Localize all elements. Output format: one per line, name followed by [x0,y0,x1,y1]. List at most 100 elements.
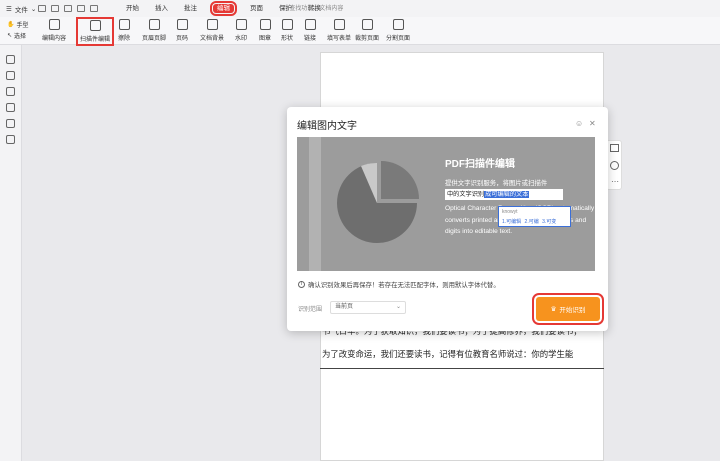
watermark-label: 水印 [235,36,248,42]
banner-title: PDF扫描件编辑 [445,159,515,170]
more-icon[interactable]: ⋯ [611,177,619,186]
doc-background-label: 文档背景 [200,36,225,42]
background-icon [206,19,218,30]
edit-image-text-dialog: 编辑图内文字 ☺ ✕ PDF扫描件编辑 提供文字识别服务，将图片或扫描件 中的文… [287,107,608,331]
edit-content-label: 编辑内容 [42,36,67,42]
start-recognition-button[interactable]: ♛ 开始识别 [532,293,604,325]
link-icon [304,19,316,30]
ocr-suggestion-popup: knowyt 1.可编辑 2.可编 3.可变 [498,206,571,227]
header-footer-button[interactable]: 页眉页脚 [142,19,166,42]
edit-content-button[interactable]: 编辑内容 [42,19,66,42]
selected-highlight: 成可编辑的文本 [484,191,530,198]
crop-icon [361,19,373,30]
dialog-note-text: 确认识别效果后再保存！若存在无法匹配字体，则用默认字体代替。 [308,282,500,289]
shape-icon [281,19,293,30]
tab-insert[interactable]: 插入 [147,0,176,17]
hand-tool-label: 手型 [16,23,29,29]
scan-edit-icon [89,20,101,31]
doc-background-button[interactable]: 文档背景 [200,19,224,42]
left-sidebar [0,45,22,461]
file-menu[interactable]: ☰ 文件 ⌄ [0,4,38,14]
banner-desc: 提供文字识别服务，将图片或扫描件 [445,180,548,187]
close-icon[interactable]: ✕ [589,119,596,128]
save-icon[interactable] [51,5,59,12]
thumbnail-icon[interactable] [6,71,15,80]
stamp-button[interactable]: 图章 [259,19,271,42]
bookmark-icon[interactable] [6,55,15,64]
redo-icon[interactable] [90,5,98,12]
zoom-icon[interactable] [610,161,619,170]
open-icon[interactable] [38,5,46,12]
banner-decoration [309,137,321,271]
ribbon: ✋ 手型 ↖ 选择 编辑内容 扫描件编辑 擦除 页眉页脚 页码 文档背景 水印 … [0,17,720,46]
fill-form-button[interactable]: 填写表单 [327,19,351,42]
link-label: 链接 [304,36,317,42]
form-icon [333,19,345,30]
crown-icon: ♛ [550,306,557,313]
select-tool-label: 选择 [14,34,27,40]
shape-button[interactable]: 形状 [281,19,293,42]
tab-edit[interactable]: 编辑 [205,0,242,17]
scan-edit-label: 扫描件编辑 [80,37,111,43]
page-number-icon [176,19,188,30]
select-tool[interactable]: ↖ 选择 [7,31,37,40]
scan-edit-button[interactable]: 扫描件编辑 [76,17,115,46]
page-number-label: 页码 [176,36,189,42]
watermark-icon [235,19,247,30]
layers-icon[interactable] [6,135,15,144]
shape-label: 形状 [281,36,294,42]
link-button[interactable]: 链接 [304,19,316,42]
help-icon[interactable]: ☺ [575,119,583,128]
chevron-down-icon: ⌄ [395,304,401,310]
selected-prefix: 中的文字识别 [447,191,485,198]
erase-label: 擦除 [118,36,131,42]
dialog-title: 编辑图内文字 [297,121,357,132]
tab-edit-label: 编辑 [210,1,237,16]
quick-access-toolbar [38,5,116,12]
watermark-button[interactable]: 水印 [235,19,247,42]
floating-toolbar: ⋯ [606,140,622,190]
range-select-value: 当前页 [335,304,354,310]
popup-word: knowyt [502,209,518,215]
comment-icon[interactable] [6,87,15,96]
edit-content-icon [48,19,60,30]
signature-icon[interactable] [6,119,15,128]
header-footer-icon [148,19,160,30]
crop-page-button[interactable]: 裁剪页面 [355,19,379,42]
feature-banner: PDF扫描件编辑 提供文字识别服务，将图片或扫描件 中的文字识别成可编辑的文本 … [297,137,595,271]
divider [320,368,604,369]
file-menu-label: 文件 [14,6,28,14]
hand-tool[interactable]: ✋ 手型 [7,20,37,29]
info-icon: i [298,281,305,288]
page-number-button[interactable]: 页码 [176,19,188,42]
tab-page[interactable]: 页面 [242,0,271,17]
tab-home[interactable]: 开始 [118,0,147,17]
fit-page-icon[interactable] [610,144,619,152]
cursor-icon: ↖ [7,33,13,39]
banner-selected-text: 中的文字识别成可编辑的文本 [445,189,563,200]
split-icon [392,19,404,30]
split-page-button[interactable]: 分割页面 [386,19,410,42]
pie-illustration [337,161,419,243]
range-label: 识别范围 [298,307,323,313]
start-recognition-label: 开始识别 [559,307,586,314]
hand-icon: ✋ [7,22,15,28]
print-icon[interactable] [64,5,72,12]
attachment-icon[interactable] [6,103,15,112]
menubar: ☰ 文件 ⌄ 开始 插入 批注 编辑 页面 保护 转换 ⌕ 查找功能、文档内容 [0,0,720,17]
stamp-label: 图章 [259,36,272,42]
search-placeholder: 查找功能、文档内容 [289,6,344,12]
search-icon: ⌕ [283,4,287,10]
search-box[interactable]: ⌕ 查找功能、文档内容 [283,3,343,12]
chevron-down-icon: ⌄ [30,5,37,13]
tab-comment[interactable]: 批注 [176,0,205,17]
fill-form-label: 填写表单 [327,36,352,42]
popup-options: 1.可编辑 2.可编 3.可变 [502,219,557,225]
eraser-icon [118,19,130,30]
header-footer-label: 页眉页脚 [142,36,167,42]
erase-button[interactable]: 擦除 [118,19,130,42]
split-page-label: 分割页面 [386,36,411,42]
range-select[interactable]: 当前页 ⌄ [330,301,406,314]
undo-icon[interactable] [77,5,85,12]
document-line: 为了改变命运，我们还要读书，记得有位教育名师说过：你的学生能 [322,349,574,359]
